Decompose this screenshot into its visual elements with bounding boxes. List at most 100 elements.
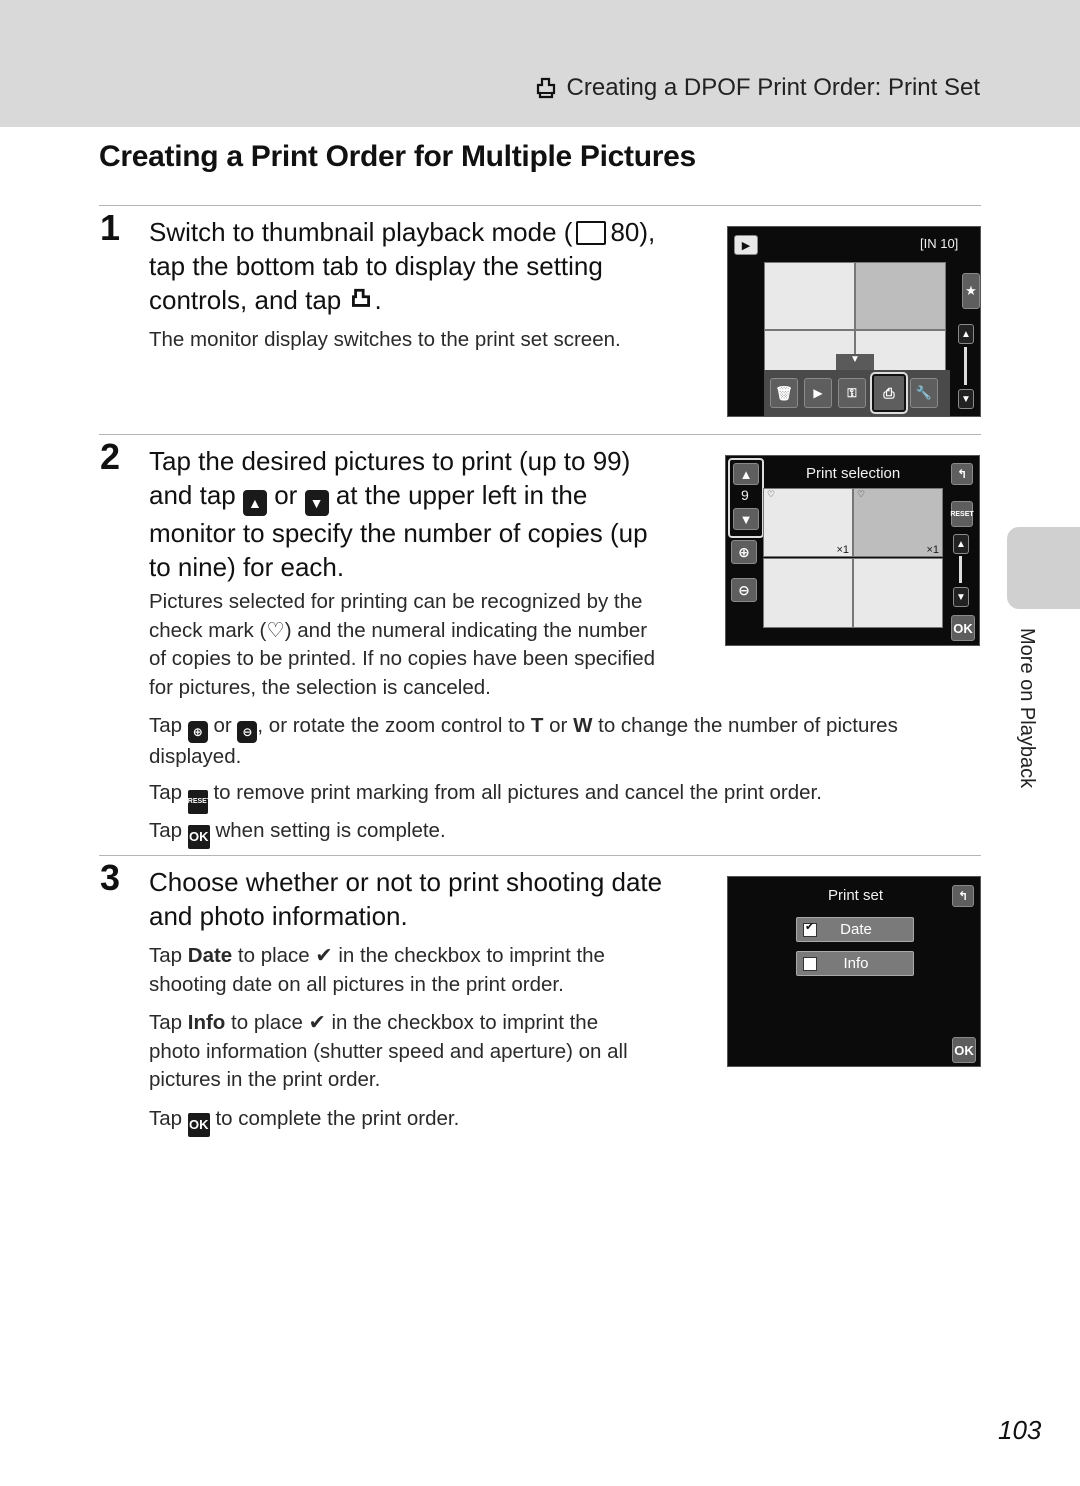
text: to place: [231, 1011, 303, 1034]
copies-mark: ×1: [836, 544, 849, 556]
print-selection-screen: ▲ 9 ▼ ⊕ ⊖ Print selection ↰ ♡ ×1 ♡ ×1 RE…: [725, 455, 980, 646]
text: Tap: [149, 819, 183, 842]
delete-icon[interactable]: 🗑: [770, 378, 798, 408]
ok-icon: OK: [187, 825, 210, 849]
section-tab[interactable]: [1007, 527, 1080, 609]
zoom-in-icon: ⊕: [187, 721, 208, 743]
text: Pictures selected for printing can be re…: [149, 590, 643, 613]
text: .: [374, 285, 382, 315]
ok-button[interactable]: OK: [951, 615, 975, 641]
divider: [99, 434, 981, 435]
copies-stepper: ▲ 9 ▼: [728, 458, 764, 538]
text: or: [213, 714, 232, 737]
scrollbar[interactable]: [959, 556, 962, 583]
ok-icon: OK: [187, 1113, 210, 1137]
text: Switch to thumbnail playback mode (: [149, 217, 573, 247]
text: and tap: [149, 480, 236, 510]
print-icon[interactable]: ⎙: [870, 372, 908, 414]
protect-icon[interactable]: ⚿: [838, 378, 866, 408]
tab-toggle-icon[interactable]: ▼: [836, 354, 874, 370]
copies-down-icon[interactable]: ▼: [733, 508, 759, 530]
playback-icon[interactable]: ▶: [734, 235, 758, 255]
text: Tap the desired pictures to print (up to…: [149, 446, 631, 476]
text: of copies to be printed. If no copies ha…: [149, 647, 656, 670]
slideshow-icon[interactable]: ▶: [804, 378, 832, 408]
reset-icon: RESET: [187, 790, 211, 814]
date-option[interactable]: ✔ Date: [796, 917, 914, 942]
text: Tap: [149, 1107, 183, 1130]
text: ) and the numeral indicating the number: [284, 618, 648, 642]
ok-note: Tap OK when setting is complete.: [149, 817, 979, 849]
thumbnail[interactable]: ♡ ×1: [853, 488, 943, 557]
back-icon[interactable]: ↰: [951, 463, 973, 485]
favorite-star-icon[interactable]: ★: [962, 273, 980, 309]
zoom-out-icon[interactable]: ⊖: [731, 578, 757, 602]
text: , or rotate the zoom control to: [257, 714, 526, 737]
ok-button[interactable]: OK: [952, 1037, 976, 1063]
thumbnail[interactable]: ♡ ×1: [763, 488, 853, 557]
text: and photo information.: [149, 901, 408, 931]
copies-mark: ×1: [926, 544, 939, 556]
text: at the upper left in the: [335, 480, 588, 510]
thumbnail[interactable]: [855, 262, 946, 330]
text: photo information (shutter speed and ape…: [149, 1039, 628, 1063]
zoom-in-icon[interactable]: ⊕: [731, 540, 757, 564]
option-label: Info: [843, 955, 869, 972]
step-number: 1: [100, 207, 121, 248]
text: or: [549, 714, 568, 737]
text: in the checkbox to imprint the: [338, 944, 605, 967]
thumbnail[interactable]: [763, 558, 853, 628]
running-head-text: Creating a DPOF Print Order: Print Set: [566, 74, 980, 101]
step-body: Pictures selected for printing can be re…: [149, 588, 709, 702]
setting-toolbar: 🗑 ▶ ⚿ ⎙ 🔧: [764, 370, 950, 416]
copies-up-icon[interactable]: ▲: [733, 463, 759, 485]
print-icon: [352, 288, 371, 307]
text: when setting is complete.: [215, 819, 446, 842]
info-checkbox[interactable]: [803, 956, 817, 971]
print-check-icon: ♡: [767, 489, 776, 499]
scroll-up-icon[interactable]: ▲: [953, 534, 969, 554]
text: Tap: [149, 944, 183, 967]
date-label: Date: [187, 944, 233, 967]
text: or: [274, 480, 298, 510]
print-check-icon: ♡: [857, 489, 866, 499]
text: Tap: [149, 1011, 183, 1034]
scrollbar[interactable]: [964, 347, 967, 385]
reset-note: Tap RESET to remove print marking from a…: [149, 779, 979, 814]
step-number: 2: [100, 436, 121, 477]
text: 80),: [610, 217, 656, 247]
step-body: The monitor display switches to the prin…: [149, 328, 621, 351]
thumbnail[interactable]: [853, 558, 943, 628]
text: to remove print marking from all picture…: [213, 781, 822, 804]
text: Choose whether or not to print shooting …: [149, 867, 663, 897]
text: to complete the print order.: [215, 1107, 460, 1130]
option-label: Date: [840, 921, 872, 938]
thumbnail-playback-screen: ▶ [IN 10] ★ ▲ ▼ ▼ 🗑 ▶ ⚿ ⎙ 🔧: [727, 226, 981, 417]
scroll-down-icon[interactable]: ▼: [958, 389, 974, 409]
scroll-down-icon[interactable]: ▼: [953, 587, 969, 607]
back-icon[interactable]: ↰: [952, 885, 974, 907]
thumbnail[interactable]: [764, 262, 855, 330]
date-checkbox[interactable]: ✔: [803, 921, 817, 937]
text: pictures in the print order.: [149, 1068, 381, 1091]
copies-down-icon: ▼: [304, 490, 329, 516]
text: Tap: [149, 714, 183, 737]
print-check-icon: ♡: [266, 618, 285, 642]
divider: [99, 855, 981, 856]
text: shooting date on all pictures in the pri…: [149, 972, 564, 996]
page-number: 103: [998, 1415, 1042, 1445]
text: displayed.: [149, 745, 242, 768]
info-option[interactable]: Info: [796, 951, 914, 976]
zoom-out-icon: ⊖: [237, 721, 258, 743]
section-tab-label: More on Playback: [1016, 628, 1038, 789]
reset-icon[interactable]: RESET: [950, 501, 974, 527]
text: to nine) for each.: [149, 552, 345, 582]
running-head: Creating a DPOF Print Order: Print Set: [535, 74, 980, 102]
text: in the checkbox to imprint the: [331, 1011, 599, 1034]
zoom-note: Tap ⊕ or ⊖, or rotate the zoom control t…: [149, 712, 979, 772]
date-note: Tap Date to place ✔ in the checkbox to i…: [149, 942, 709, 999]
setup-icon[interactable]: 🔧: [910, 378, 938, 408]
text: check mark (: [149, 618, 267, 642]
text: tap the bottom tab to display the settin…: [149, 251, 603, 281]
scroll-up-icon[interactable]: ▲: [958, 324, 974, 344]
